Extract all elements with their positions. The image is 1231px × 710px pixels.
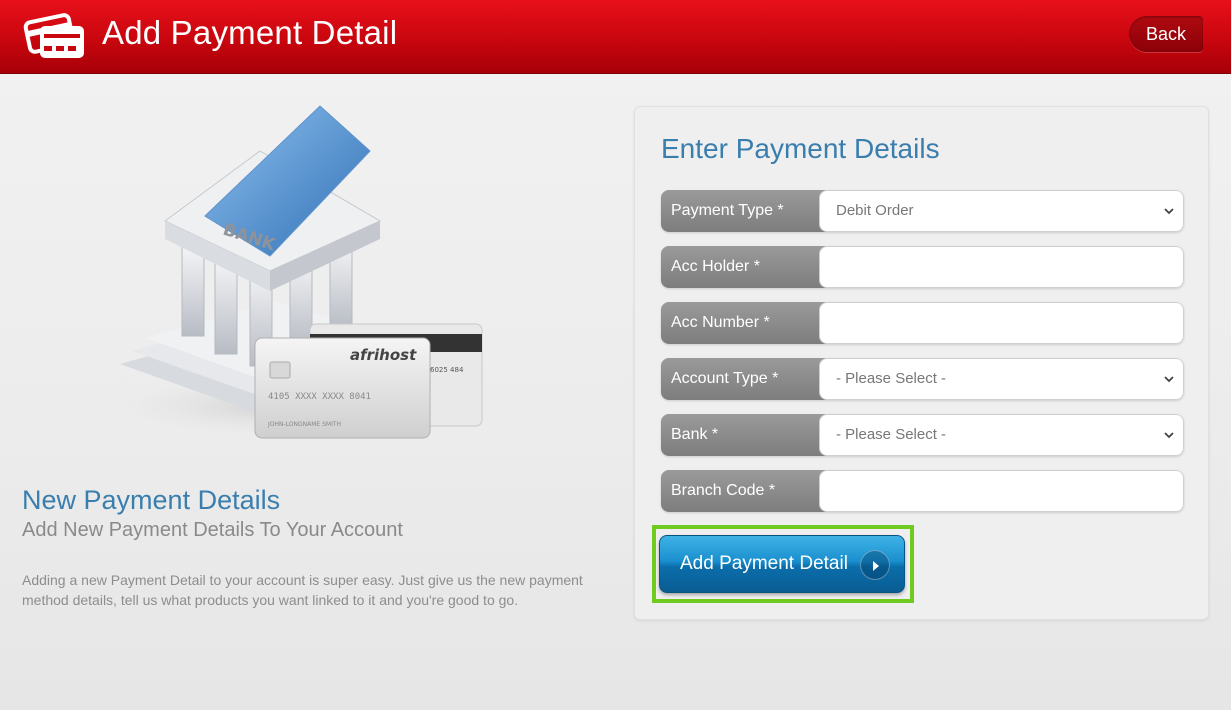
- acc-number-input[interactable]: [819, 302, 1184, 344]
- branch-code-row: Branch Code *: [661, 470, 1184, 512]
- bank-value: - Please Select -: [836, 426, 947, 443]
- section-heading: New Payment Details: [22, 485, 281, 515]
- chevron-down-icon: [1164, 432, 1174, 439]
- account-type-value: - Please Select -: [836, 370, 947, 387]
- arrow-right-icon: [860, 550, 890, 580]
- payment-type-row: Payment Type * Debit Order: [661, 190, 1184, 232]
- back-button[interactable]: Back: [1129, 16, 1203, 52]
- branch-code-input[interactable]: [819, 470, 1184, 512]
- bank-label: Bank *: [661, 414, 827, 456]
- payment-form-panel: Enter Payment Details Payment Type * Deb…: [634, 106, 1209, 620]
- header-bar: Add Payment Detail Back: [0, 0, 1231, 74]
- page-title: Add Payment Detail: [102, 14, 398, 51]
- card-holder-text: JOHN-LONGNAME SMITH: [267, 421, 341, 428]
- section-subheading: Add New Payment Details To Your Account: [22, 519, 403, 541]
- add-payment-detail-label: Add Payment Detail: [680, 553, 848, 574]
- chevron-down-icon: [1164, 208, 1174, 215]
- card-number-text: 4105 XXXX XXXX 8041: [268, 392, 371, 402]
- payment-type-label: Payment Type *: [661, 190, 827, 232]
- acc-holder-label: Acc Holder *: [661, 246, 827, 288]
- acc-number-label: Acc Number *: [661, 302, 827, 344]
- payment-type-value: Debit Order: [836, 202, 914, 219]
- acc-holder-row: Acc Holder *: [661, 246, 1184, 288]
- card-back-code: 6025 484: [430, 366, 464, 374]
- bank-row: Bank * - Please Select -: [661, 414, 1184, 456]
- branch-code-label: Branch Code *: [661, 470, 827, 512]
- payment-cards-icon: [23, 13, 84, 58]
- account-type-row: Account Type * - Please Select -: [661, 358, 1184, 400]
- section-description: Adding a new Payment Detail to your acco…: [22, 572, 583, 608]
- account-type-label: Account Type *: [661, 358, 827, 400]
- acc-holder-input[interactable]: [819, 246, 1184, 288]
- bank-select[interactable]: - Please Select -: [819, 414, 1184, 456]
- form-title: Enter Payment Details: [661, 133, 940, 164]
- payment-type-select[interactable]: Debit Order: [819, 190, 1184, 232]
- chevron-down-icon: [1164, 376, 1174, 383]
- account-type-select[interactable]: - Please Select -: [819, 358, 1184, 400]
- acc-number-row: Acc Number *: [661, 302, 1184, 344]
- add-payment-detail-button[interactable]: Add Payment Detail: [659, 535, 905, 593]
- bank-illustration: BANK 6025 484 afrihost 4105 XXXX XXXX 80…: [115, 105, 483, 439]
- card-brand-text: afrihost: [350, 346, 417, 364]
